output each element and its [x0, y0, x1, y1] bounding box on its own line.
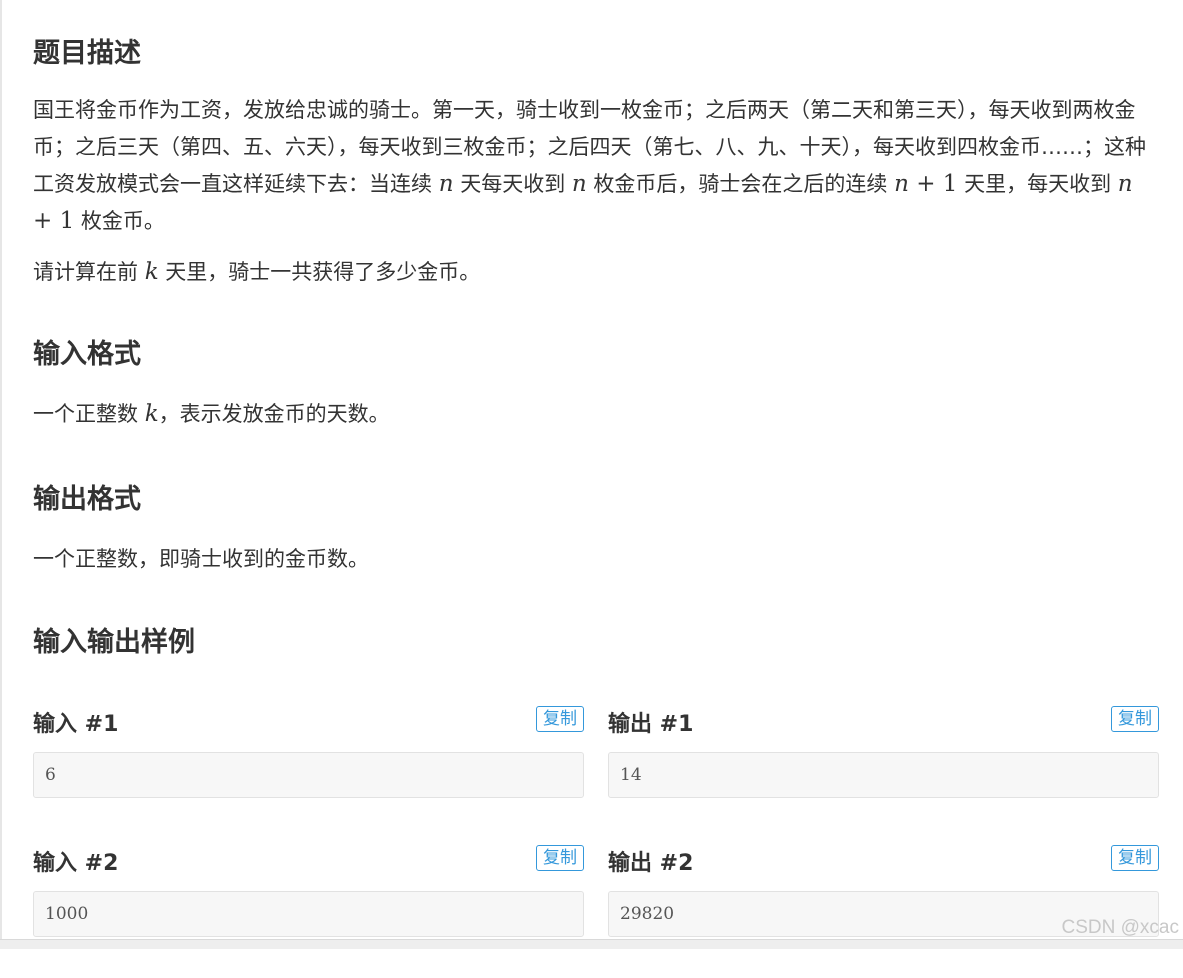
problem-content: 题目描述 国王将金币作为工资，发放给忠诚的骑士。第一天，骑士收到一枚金币；之后两… [33, 34, 1159, 663]
sample-input-label: 输入 #1 [33, 712, 119, 737]
sample-row-2: 输入 #2 复制 1000 输出 #2 复制 29820 [33, 839, 1159, 978]
section-title-description: 题目描述 [33, 38, 141, 69]
sample-input-box[interactable]: 6 [33, 752, 584, 798]
math-n-plus-1: n + 1 [894, 171, 958, 197]
math-k: k [144, 259, 159, 285]
section-title-output-format: 输出格式 [33, 484, 141, 515]
sample-output-2: 输出 #2 复制 29820 [608, 839, 1159, 978]
section-title-input-format: 输入格式 [33, 339, 141, 370]
input-format-text: 一个正整数 k，表示发放金币的天数。 [33, 401, 390, 427]
page-bottom-border [0, 939, 1183, 949]
sample-row-1: 输入 #1 复制 6 输出 #1 复制 14 [33, 700, 1159, 839]
sample-output-label: 输出 #1 [608, 712, 694, 737]
copy-button[interactable]: 复制 [1111, 706, 1159, 732]
math-k: k [144, 401, 159, 427]
copy-button[interactable]: 复制 [536, 845, 584, 871]
page-left-border [0, 0, 2, 949]
sample-input-box[interactable]: 1000 [33, 891, 584, 937]
math-n: n [438, 171, 454, 197]
math-n: n [571, 171, 587, 197]
sample-input-1: 输入 #1 复制 6 [33, 700, 584, 839]
output-format-text: 一个正整数，即骑士收到的金币数。 [33, 547, 369, 571]
copy-button[interactable]: 复制 [1111, 845, 1159, 871]
sample-input-label: 输入 #2 [33, 851, 119, 876]
copy-button[interactable]: 复制 [536, 706, 584, 732]
description-paragraph-1: 国王将金币作为工资，发放给忠诚的骑士。第一天，骑士收到一枚金币；之后两天（第二天… [33, 98, 1146, 234]
description-paragraph-2: 请计算在前 k 天里，骑士一共获得了多少金币。 [33, 259, 481, 285]
sample-output-label: 输出 #2 [608, 851, 694, 876]
sample-input-2: 输入 #2 复制 1000 [33, 839, 584, 978]
sample-output-1: 输出 #1 复制 14 [608, 700, 1159, 839]
csdn-watermark: CSDN @xcac [1061, 917, 1179, 938]
samples-container: 输入 #1 复制 6 输出 #1 复制 14 输入 #2 复制 1000 输出 … [33, 700, 1159, 978]
sample-output-box[interactable]: 14 [608, 752, 1159, 798]
section-title-samples: 输入输出样例 [33, 627, 195, 658]
